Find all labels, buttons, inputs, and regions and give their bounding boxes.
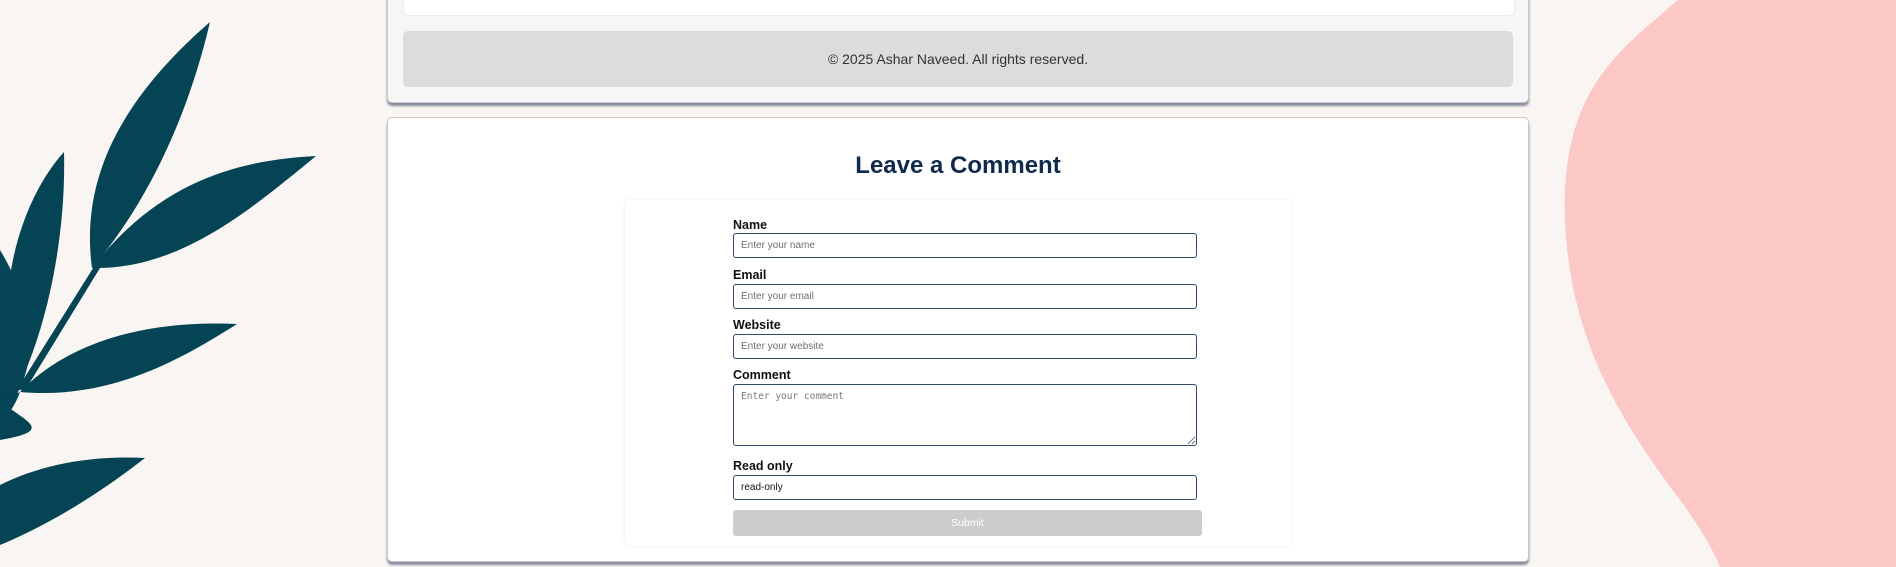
leaf-branch-icon (0, 22, 316, 545)
site-footer: © 2025 Ashar Naveed. All rights reserved… (403, 31, 1513, 87)
submit-button[interactable]: Submit (733, 510, 1202, 536)
name-label: Name (733, 218, 768, 232)
comment-label: Comment (733, 368, 791, 382)
website-input[interactable] (733, 334, 1197, 359)
readonly-input[interactable] (733, 475, 1197, 500)
readonly-label: Read only (733, 459, 793, 473)
comment-textarea[interactable] (733, 384, 1197, 446)
pink-blob-shape (1564, 0, 1896, 567)
previous-post-card: © 2025 Ashar Naveed. All rights reserved… (387, 0, 1529, 103)
copyright-text: © 2025 Ashar Naveed. All rights reserved… (827, 51, 1089, 67)
name-input[interactable] (733, 233, 1197, 258)
website-label: Website (733, 318, 781, 332)
comment-section-title: Leave a Comment (855, 152, 1061, 179)
previous-content-panel (403, 0, 1515, 16)
comment-form: Name Email Website Comment Read only Sub… (625, 200, 1291, 546)
email-input[interactable] (733, 284, 1197, 309)
email-label: Email (733, 268, 767, 282)
comment-section-card: Leave a Comment Name Email Website Comme… (387, 117, 1529, 562)
